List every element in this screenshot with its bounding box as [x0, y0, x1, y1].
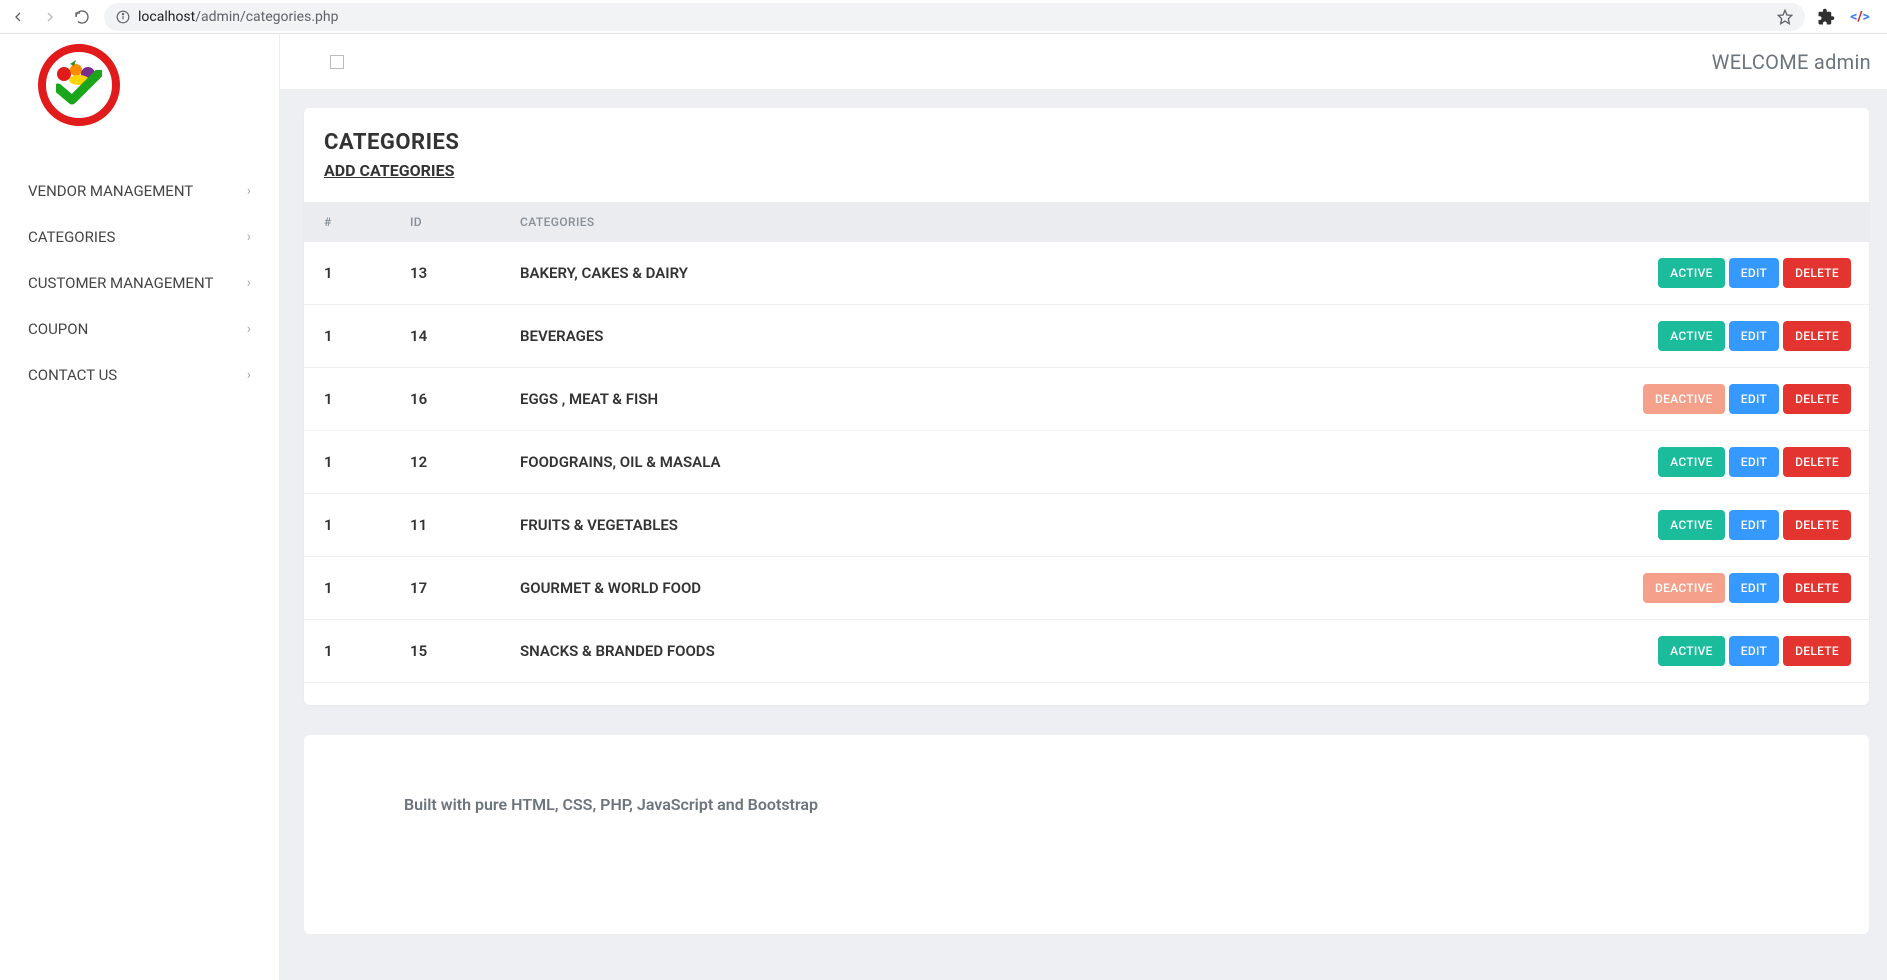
table-row: 113BAKERY, CAKES & DAIRYACTIVEEDITDELETE [304, 242, 1869, 305]
edit-button[interactable]: EDIT [1729, 384, 1779, 414]
col-header-num: # [304, 202, 394, 242]
browser-back-button[interactable] [8, 7, 28, 27]
cell-num: 1 [304, 431, 394, 494]
topbar: WELCOME admin [280, 34, 1887, 90]
chevron-right-icon: › [247, 275, 251, 291]
footer-card: Built with pure HTML, CSS, PHP, JavaScri… [304, 735, 1869, 934]
chevron-right-icon: › [247, 321, 251, 337]
dev-extension-icon[interactable]: </> [1849, 7, 1871, 27]
cell-actions: ACTIVEEDITDELETE [1579, 242, 1869, 305]
table-row: 112FOODGRAINS, OIL & MASALAACTIVEEDITDEL… [304, 431, 1869, 494]
edit-button[interactable]: EDIT [1729, 510, 1779, 540]
table-row: 114BEVERAGESACTIVEEDITDELETE [304, 305, 1869, 368]
delete-button[interactable]: DELETE [1783, 384, 1851, 414]
active-button[interactable]: ACTIVE [1658, 258, 1725, 288]
sidebar-item-vendor-management[interactable]: VENDOR MANAGEMENT › [0, 168, 279, 214]
chevron-right-icon: › [247, 367, 251, 383]
cell-num: 1 [304, 242, 394, 305]
cell-name: BAKERY, CAKES & DAIRY [504, 242, 1579, 305]
cell-num: 1 [304, 305, 394, 368]
cell-actions: DEACTIVEEDITDELETE [1579, 368, 1869, 431]
cell-actions: DEACTIVEEDITDELETE [1579, 557, 1869, 620]
cell-id: 11 [394, 494, 504, 557]
edit-button[interactable]: EDIT [1729, 573, 1779, 603]
cell-name: EGGS , MEAT & FISH [504, 368, 1579, 431]
chevron-right-icon: › [247, 229, 251, 245]
sidebar-item-label: CUSTOMER MANAGEMENT [28, 274, 213, 292]
active-button[interactable]: ACTIVE [1658, 447, 1725, 477]
cell-name: BEVERAGES [504, 305, 1579, 368]
table-row: 116EGGS , MEAT & FISHDEACTIVEEDITDELETE [304, 368, 1869, 431]
delete-button[interactable]: DELETE [1783, 510, 1851, 540]
browser-forward-button[interactable] [40, 7, 60, 27]
cell-num: 1 [304, 620, 394, 683]
delete-button[interactable]: DELETE [1783, 258, 1851, 288]
brand-logo [38, 44, 120, 126]
categories-table: # ID CATEGORIES 113BAKERY, CAKES & DAIRY… [304, 202, 1869, 683]
table-row: 111FRUITS & VEGETABLESACTIVEEDITDELETE [304, 494, 1869, 557]
browser-toolbar: localhost/admin/categories.php </> [0, 0, 1887, 34]
cell-name: FOODGRAINS, OIL & MASALA [504, 431, 1579, 494]
deactive-button[interactable]: DEACTIVE [1643, 573, 1725, 603]
cell-actions: ACTIVEEDITDELETE [1579, 494, 1869, 557]
cell-name: FRUITS & VEGETABLES [504, 494, 1579, 557]
cell-id: 14 [394, 305, 504, 368]
sidebar-item-coupon[interactable]: COUPON › [0, 306, 279, 352]
footer-text: Built with pure HTML, CSS, PHP, JavaScri… [404, 795, 818, 814]
cell-id: 15 [394, 620, 504, 683]
sidebar-item-label: CATEGORIES [28, 228, 115, 246]
cell-name: SNACKS & BRANDED FOODS [504, 620, 1579, 683]
delete-button[interactable]: DELETE [1783, 321, 1851, 351]
sidebar-item-label: VENDOR MANAGEMENT [28, 182, 193, 200]
col-header-name: CATEGORIES [504, 202, 1579, 242]
main-area: WELCOME admin CATEGORIES ADD CATEGORIES … [280, 34, 1887, 980]
deactive-button[interactable]: DEACTIVE [1643, 384, 1725, 414]
active-button[interactable]: ACTIVE [1658, 321, 1725, 351]
star-icon[interactable] [1777, 9, 1793, 25]
browser-reload-button[interactable] [72, 7, 92, 27]
cell-num: 1 [304, 368, 394, 431]
sidebar-item-label: CONTACT US [28, 366, 117, 384]
edit-button[interactable]: EDIT [1729, 447, 1779, 477]
sidebar: VENDOR MANAGEMENT › CATEGORIES › CUSTOME… [0, 34, 280, 980]
sidebar-item-contact-us[interactable]: CONTACT US › [0, 352, 279, 398]
active-button[interactable]: ACTIVE [1658, 510, 1725, 540]
cell-num: 1 [304, 557, 394, 620]
edit-button[interactable]: EDIT [1729, 321, 1779, 351]
col-header-id: ID [394, 202, 504, 242]
cell-id: 16 [394, 368, 504, 431]
page-title: CATEGORIES [324, 130, 1849, 155]
active-button[interactable]: ACTIVE [1658, 636, 1725, 666]
extensions-icon[interactable] [1817, 8, 1835, 26]
cell-actions: ACTIVEEDITDELETE [1579, 305, 1869, 368]
info-icon [116, 10, 130, 24]
chevron-right-icon: › [247, 183, 251, 199]
edit-button[interactable]: EDIT [1729, 636, 1779, 666]
cell-id: 17 [394, 557, 504, 620]
delete-button[interactable]: DELETE [1783, 447, 1851, 477]
edit-button[interactable]: EDIT [1729, 258, 1779, 288]
welcome-text: WELCOME admin [1712, 50, 1871, 74]
delete-button[interactable]: DELETE [1783, 573, 1851, 603]
cell-num: 1 [304, 494, 394, 557]
url-text: localhost/admin/categories.php [138, 9, 338, 25]
delete-button[interactable]: DELETE [1783, 636, 1851, 666]
add-categories-link[interactable]: ADD CATEGORIES [324, 161, 454, 180]
cell-actions: ACTIVEEDITDELETE [1579, 620, 1869, 683]
menu-toggle-icon[interactable] [330, 55, 344, 69]
cell-id: 13 [394, 242, 504, 305]
cell-name: GOURMET & WORLD FOOD [504, 557, 1579, 620]
sidebar-item-label: COUPON [28, 320, 88, 338]
table-row: 117GOURMET & WORLD FOODDEACTIVEEDITDELET… [304, 557, 1869, 620]
sidebar-item-categories[interactable]: CATEGORIES › [0, 214, 279, 260]
cell-id: 12 [394, 431, 504, 494]
categories-card: CATEGORIES ADD CATEGORIES # ID CATEGORIE… [304, 108, 1869, 705]
table-row: 115SNACKS & BRANDED FOODSACTIVEEDITDELET… [304, 620, 1869, 683]
cell-actions: ACTIVEEDITDELETE [1579, 431, 1869, 494]
sidebar-menu: VENDOR MANAGEMENT › CATEGORIES › CUSTOME… [0, 168, 279, 398]
sidebar-item-customer-management[interactable]: CUSTOMER MANAGEMENT › [0, 260, 279, 306]
address-bar[interactable]: localhost/admin/categories.php [104, 3, 1805, 31]
